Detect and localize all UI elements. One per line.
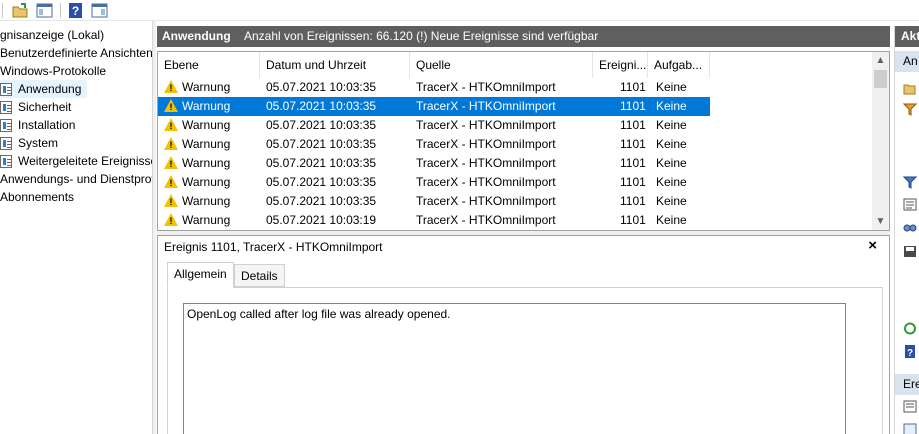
table-row[interactable]: ! Warnung 05.07.2021 10:03:35 TracerX - … <box>158 154 710 173</box>
table-row[interactable]: ! Warnung 05.07.2021 10:03:35 TracerX - … <box>158 173 710 192</box>
tree-item-application[interactable]: Anwendung <box>0 80 87 98</box>
filter-icon[interactable] <box>903 103 917 116</box>
attach-task-icon[interactable] <box>903 423 917 434</box>
help-icon[interactable]: ? <box>67 2 84 19</box>
event-details-pane: Ereignis 1101, TracerX - HTKOmniImport ×… <box>157 235 890 434</box>
refresh-icon[interactable] <box>903 322 917 335</box>
table-row[interactable]: ! Warnung 05.07.2021 10:03:35 TracerX - … <box>158 116 710 135</box>
table-row[interactable]: ! Warnung 05.07.2021 10:03:35 TracerX - … <box>158 78 710 97</box>
open-folder-icon[interactable] <box>12 2 29 19</box>
actions-header: Akt <box>895 26 919 47</box>
tree-item-applications-and-services[interactable]: Anwendungs- und Dienstprotokolle <box>0 170 152 188</box>
column-header-source[interactable]: Quelle <box>410 52 593 78</box>
log-header: Anwendung Anzahl von Ereignissen: 66.120… <box>157 26 890 47</box>
event-list[interactable]: Ebene Datum und Uhrzeit Quelle Ereigni..… <box>157 51 890 231</box>
svg-text:?: ? <box>907 348 913 358</box>
tab-general[interactable]: Allgemein <box>167 262 234 288</box>
actions-pane: Akt An ? Ere <box>894 26 919 434</box>
properties-icon[interactable] <box>903 198 917 211</box>
console-tree: gnisanzeige (Lokal) Benutzerdefinierte A… <box>0 26 152 434</box>
open-saved-log-icon[interactable] <box>903 82 917 95</box>
event-list-scrollbar[interactable]: ▲ ▼ <box>872 52 889 230</box>
toolbar: ? <box>0 0 919 21</box>
filter-current-log-icon[interactable] <box>903 176 917 189</box>
log-icon <box>0 137 12 150</box>
tree-item-subscriptions[interactable]: Abonnements <box>0 188 74 206</box>
tree-item-system[interactable]: System <box>0 134 150 152</box>
tree-item-event-viewer[interactable]: gnisanzeige (Lokal) <box>0 26 104 44</box>
event-message: OpenLog called after log file was alread… <box>187 307 451 321</box>
event-list-header: Ebene Datum und Uhrzeit Quelle Ereigni..… <box>158 52 873 78</box>
toolbar-separator <box>2 3 3 18</box>
actions-section-event[interactable]: Ere <box>895 374 919 395</box>
event-message-box[interactable]: OpenLog called after log file was alread… <box>183 303 846 434</box>
table-row[interactable]: ! Warnung 05.07.2021 10:03:35 TracerX - … <box>158 192 710 211</box>
table-row[interactable]: ! Warnung 05.07.2021 10:03:35 TracerX - … <box>158 97 710 116</box>
tab-details[interactable]: Details <box>234 264 285 287</box>
find-icon[interactable] <box>903 221 917 234</box>
tab-content: OpenLog called after log file was alread… <box>167 287 883 434</box>
log-icon <box>0 119 12 132</box>
column-header-task[interactable]: Aufgab... <box>648 52 710 78</box>
tree-item-custom-views[interactable]: Benutzerdefinierte Ansichten <box>0 44 152 62</box>
svg-text:?: ? <box>72 4 79 18</box>
close-icon[interactable]: × <box>868 237 877 255</box>
splitter[interactable] <box>152 21 156 434</box>
event-count-message: Anzahl von Ereignissen: 66.120 (!) Neue … <box>244 29 599 43</box>
action-pane-icon[interactable] <box>91 2 108 19</box>
tree-item-installation[interactable]: Installation <box>0 116 150 134</box>
scroll-up-icon[interactable]: ▲ <box>875 55 886 66</box>
column-header-date[interactable]: Datum und Uhrzeit <box>260 52 410 78</box>
table-row[interactable]: ! Warnung 05.07.2021 10:03:19 TracerX - … <box>158 211 710 230</box>
actions-section-log[interactable]: An <box>895 51 919 72</box>
tree-item-forwarded-events[interactable]: Weitergeleitete Ereignisse <box>0 152 152 170</box>
log-icon <box>0 101 12 114</box>
column-header-event-id[interactable]: Ereigni... <box>593 52 648 78</box>
scroll-down-icon[interactable]: ▼ <box>875 216 886 227</box>
log-icon <box>0 83 12 96</box>
tree-item-security[interactable]: Sicherheit <box>0 98 150 116</box>
log-title: Anwendung <box>162 29 231 43</box>
console-tree-icon[interactable] <box>36 2 53 19</box>
toolbar-separator <box>60 3 61 18</box>
event-properties-icon[interactable] <box>903 400 917 413</box>
save-icon[interactable] <box>903 245 917 258</box>
help-icon[interactable]: ? <box>903 345 917 358</box>
log-icon <box>0 155 12 168</box>
tree-item-windows-logs[interactable]: Windows-Protokolle <box>0 62 106 80</box>
event-details-title: Ereignis 1101, TracerX - HTKOmniImport <box>164 240 383 254</box>
column-header-level[interactable]: Ebene <box>158 52 260 78</box>
table-row[interactable]: ! Warnung 05.07.2021 10:03:35 TracerX - … <box>158 135 710 154</box>
scroll-thumb[interactable] <box>874 70 887 88</box>
